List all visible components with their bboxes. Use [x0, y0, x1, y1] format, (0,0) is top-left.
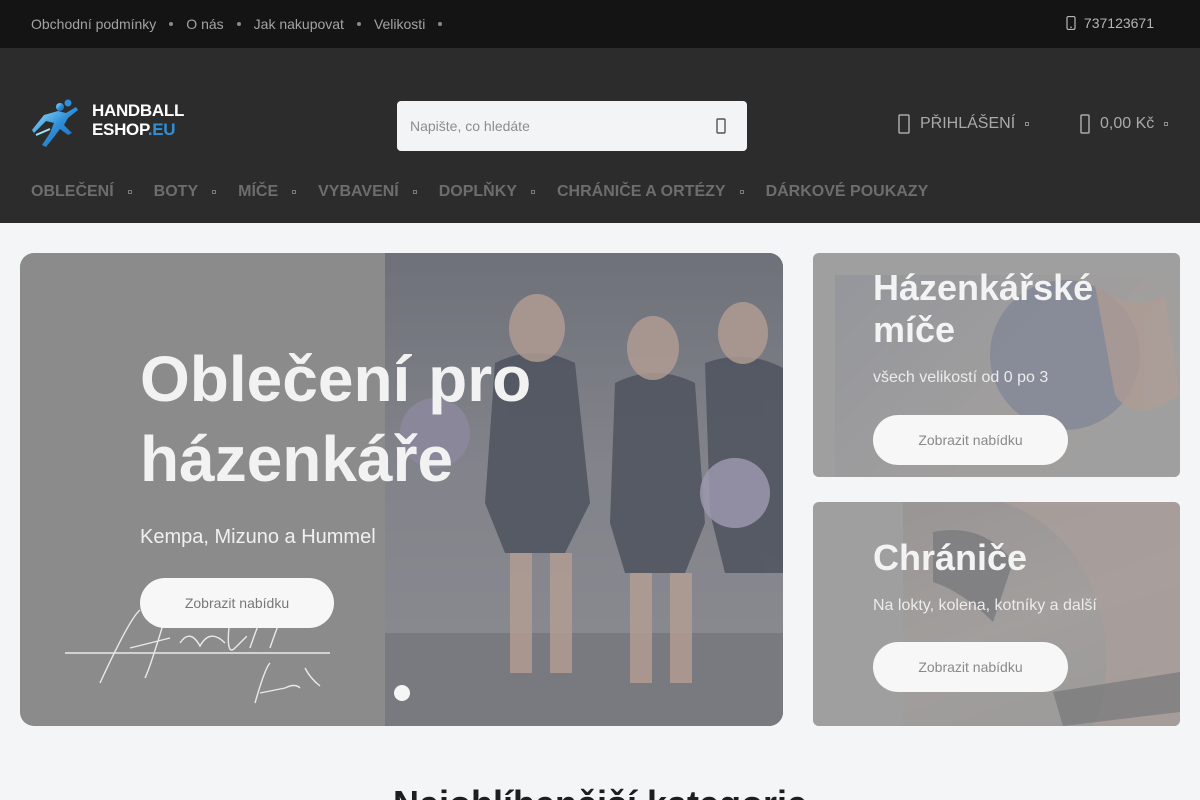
- banner-cta-button[interactable]: Zobrazit nabídku: [873, 415, 1068, 465]
- banner-title: Chrániče: [873, 537, 1028, 578]
- separator-dot: [236, 22, 241, 26]
- top-link-sizes[interactable]: Velikosti: [374, 15, 425, 33]
- phone-number: 737123671: [1083, 15, 1154, 31]
- top-links: Obchodní podmínky O nás Jak nakupovat Ve…: [31, 15, 455, 33]
- phone-contact[interactable]: 737123671: [1066, 15, 1154, 31]
- login-button[interactable]: PŘIHLÁŠENÍ: [898, 114, 1030, 134]
- banner-cta-button[interactable]: Zobrazit nabídku: [873, 642, 1068, 692]
- hero-title: Oblečení pro házenkáře: [140, 343, 532, 495]
- section-title: Nejoblíbenější kategorie: [0, 784, 1200, 800]
- banner-subtitle: všech velikostí od 0 po 3: [873, 369, 1049, 386]
- cart-total: 0,00 Kč: [1100, 115, 1155, 132]
- nav-item-shoes[interactable]: BOTY: [153, 183, 217, 201]
- logo-line-2: ESHOP: [92, 120, 148, 139]
- nav-item-label: DÁRKOVÉ POUKAZY: [765, 183, 929, 200]
- nav-item-clothing[interactable]: OBLEČENÍ: [31, 183, 132, 201]
- hero-subtitle: Kempa, Mizuno a Hummel: [140, 526, 376, 548]
- nav-item-balls[interactable]: MÍČE: [238, 183, 297, 201]
- nav-item-label: OBLEČENÍ: [31, 183, 114, 200]
- chevron-down-icon: [212, 190, 217, 194]
- nav-item-equipment[interactable]: VYBAVENÍ: [318, 183, 417, 201]
- user-icon: [898, 114, 910, 134]
- chevron-down-icon: [412, 190, 417, 194]
- top-link-about[interactable]: O nás: [186, 15, 223, 33]
- chevron-down-icon: [1025, 122, 1030, 126]
- nav-item-label: MÍČE: [238, 183, 279, 200]
- separator-dot: [356, 22, 361, 26]
- separator-dot: [438, 22, 443, 26]
- logo-line-1: HANDBALL: [92, 101, 185, 120]
- chevron-down-icon: [530, 190, 535, 194]
- hero-slider[interactable]: Oblečení pro házenkáře Kempa, Mizuno a H…: [20, 253, 783, 726]
- search-icon[interactable]: [713, 118, 729, 134]
- nav-item-label: BOTY: [153, 183, 199, 200]
- top-bar: Obchodní podmínky O nás Jak nakupovat Ve…: [0, 0, 1200, 48]
- hero-cta-button[interactable]: Zobrazit nabídku: [140, 578, 334, 628]
- banner-title: Házenkářské míče: [873, 267, 1094, 350]
- logo-domain-suffix: .EU: [147, 120, 176, 139]
- banner-protectors[interactable]: Chrániče Na lokty, kolena, kotníky a dal…: [813, 502, 1180, 726]
- chevron-down-icon: [292, 190, 297, 194]
- chevron-down-icon: [127, 190, 132, 194]
- search-input[interactable]: [397, 101, 687, 151]
- chevron-down-icon: [1164, 122, 1169, 126]
- chevron-down-icon: [739, 190, 744, 194]
- site-logo[interactable]: HANDBALL ESHOP.EU: [32, 99, 192, 153]
- site-header: HANDBALL ESHOP.EU PŘIHLÁŠENÍ 0,00 Kč OBL…: [0, 48, 1200, 223]
- slider-dot-active[interactable]: [394, 685, 410, 701]
- main-navigation: OBLEČENÍ BOTY MÍČE VYBAVENÍ DOPLŇKY CHRÁ…: [31, 183, 950, 201]
- shopping-bag-icon: [1080, 114, 1090, 134]
- nav-item-gift-vouchers[interactable]: DÁRKOVÉ POUKAZY: [766, 183, 929, 201]
- nav-item-label: DOPLŇKY: [438, 183, 517, 200]
- login-label: PŘIHLÁŠENÍ: [920, 115, 1016, 132]
- banner-handball-balls[interactable]: Házenkářské míče všech velikostí od 0 po…: [813, 253, 1180, 477]
- logo-wordmark: HANDBALL ESHOP.EU: [92, 101, 184, 139]
- banner-subtitle: Na lokty, kolena, kotníky a další: [873, 597, 1097, 614]
- handball-player-logo-icon: [32, 99, 78, 147]
- search-box: [397, 101, 747, 151]
- cart-button[interactable]: 0,00 Kč: [1080, 114, 1169, 134]
- nav-item-protectors[interactable]: CHRÁNIČE A ORTÉZY: [557, 183, 744, 201]
- separator-dot: [169, 22, 174, 26]
- nav-item-label: VYBAVENÍ: [318, 183, 399, 200]
- nav-item-label: CHRÁNIČE A ORTÉZY: [556, 183, 726, 200]
- top-link-how-to-buy[interactable]: Jak nakupovat: [254, 15, 344, 33]
- phone-icon: [1066, 16, 1076, 30]
- top-link-terms[interactable]: Obchodní podmínky: [31, 15, 156, 33]
- nav-item-accessories[interactable]: DOPLŇKY: [439, 183, 535, 201]
